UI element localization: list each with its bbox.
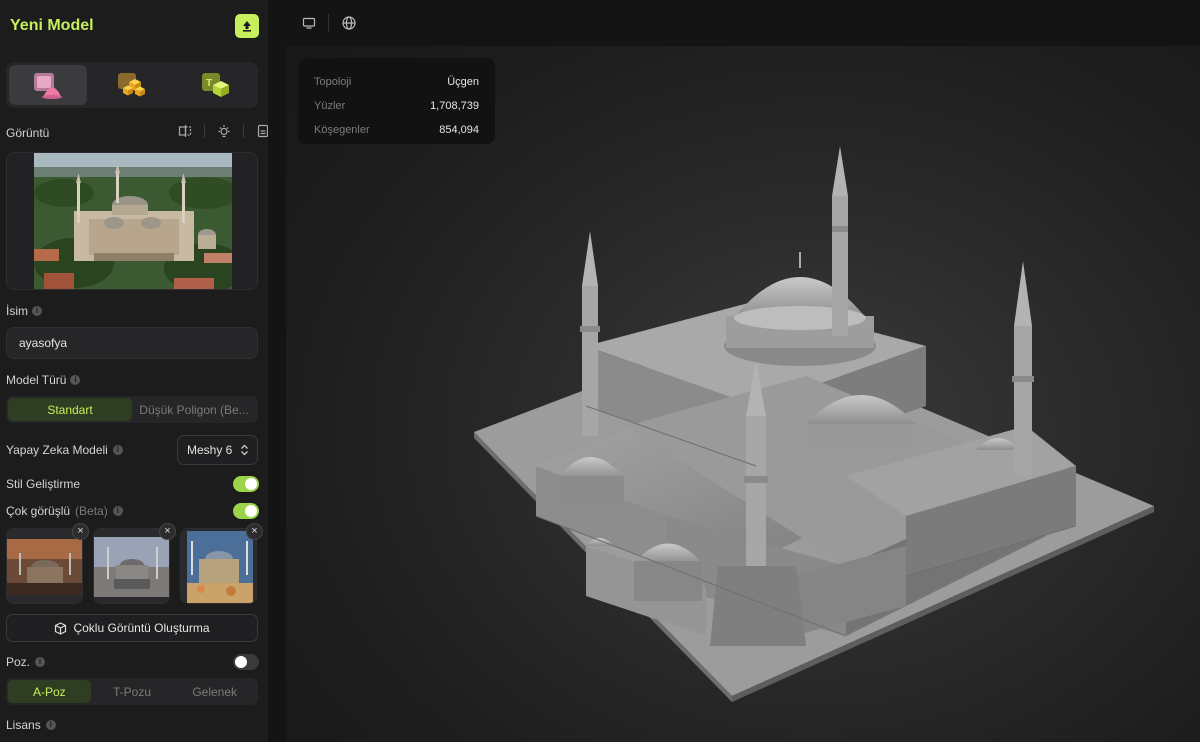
info-icon: i	[70, 375, 81, 385]
pose-traditional[interactable]: Gelenek	[173, 680, 256, 703]
cube-icon	[55, 621, 67, 635]
info-icon: i	[35, 657, 46, 667]
pose-t[interactable]: T-Pozu	[91, 680, 174, 703]
mosque-3d-model	[474, 146, 1154, 702]
pose-selector: A-Poz T-Pozu Gelenek	[6, 678, 258, 705]
pose-toggle[interactable]	[233, 654, 259, 670]
name-section-label: İsim i	[6, 304, 42, 318]
model-type-label: Model Türü	[6, 373, 67, 387]
pose-label-row: Poz. i	[6, 655, 46, 669]
beta-badge: (Beta)	[75, 504, 108, 518]
stat-value: 1,708,739	[430, 100, 479, 112]
style-label: Stil Geliştirme	[6, 477, 81, 491]
multiview-label: Çok görüşlü	[6, 504, 71, 518]
globe-icon[interactable]	[341, 15, 357, 31]
stat-value: 854,094	[439, 124, 479, 136]
thumbnail-3[interactable]	[180, 528, 257, 604]
sidebar: Yeni Model T Görüntü İsim i ayasofya Mod…	[0, 0, 268, 742]
thumbnail-2[interactable]	[93, 528, 170, 604]
multi-image-tab[interactable]	[93, 65, 171, 105]
remove-thumbnail-1[interactable]: ×	[72, 523, 89, 540]
panel-divider	[268, 0, 286, 742]
image-label: Görüntü	[6, 126, 50, 140]
svg-text:T: T	[206, 78, 212, 89]
uploaded-image-box[interactable]	[6, 152, 258, 290]
info-icon: i	[112, 445, 123, 455]
toolbar-divider	[328, 14, 329, 32]
page-title: Yeni Model	[10, 17, 94, 34]
thumbnail-image	[7, 529, 82, 603]
stat-vertices: Köşegenler 854,094	[314, 118, 479, 142]
model-type-standard[interactable]: Standart	[8, 398, 132, 421]
multiview-generate-button[interactable]: Çoklu Görüntü Oluşturma	[6, 614, 258, 642]
text-to-3d-tab[interactable]: T	[177, 65, 255, 105]
thumbnail-image	[94, 529, 169, 603]
light-icon[interactable]	[217, 124, 231, 138]
chevron-updown-icon	[241, 444, 249, 456]
multiview-generate-label: Çoklu Görüntü Oluşturma	[73, 621, 210, 635]
multi-image-icon	[118, 73, 145, 97]
close-icon: ×	[251, 525, 258, 537]
model-type-label-row: Model Türü i	[6, 373, 81, 387]
viewport-toolbar	[286, 0, 1200, 46]
info-icon: i	[32, 306, 42, 316]
name-input[interactable]: ayasofya	[6, 327, 258, 359]
model-type-lowpoly[interactable]: Düşük Poligon (Be...	[132, 398, 256, 421]
uploaded-photo	[34, 153, 232, 289]
remove-thumbnail-3[interactable]: ×	[246, 523, 263, 540]
monitor-icon[interactable]	[302, 16, 316, 30]
ai-model-label: Yapay Zeka Modeli	[6, 443, 108, 457]
info-icon: i	[45, 720, 56, 730]
info-icon: i	[112, 506, 123, 516]
model-type-selector: Standart Düşük Poligon (Be...	[6, 396, 258, 423]
upload-button[interactable]	[235, 14, 259, 38]
image-to-3d-tab[interactable]	[9, 65, 87, 105]
stat-key: Yüzler	[314, 100, 346, 112]
name-label: İsim	[6, 304, 28, 318]
ai-model-label-row: Yapay Zeka Modeli i	[6, 443, 123, 457]
multiview-toggle[interactable]	[233, 503, 259, 519]
stat-faces: Yüzler 1,708,739	[314, 94, 479, 118]
thumbnail-image	[181, 529, 256, 603]
toggle-knob	[235, 656, 247, 668]
compare-icon[interactable]	[178, 124, 192, 138]
stat-key: Topoloji	[314, 76, 352, 88]
text-to-3d-icon: T	[202, 73, 229, 97]
pose-label: Poz.	[6, 655, 31, 669]
model-stats-panel: Topoloji Üçgen Yüzler 1,708,739 Köşegenl…	[298, 58, 495, 144]
style-label-row: Stil Geliştirme	[6, 477, 80, 491]
ai-model-select[interactable]: Meshy 6	[177, 435, 258, 465]
license-label-row: Lisans i	[6, 718, 56, 732]
document-icon[interactable]	[256, 124, 268, 138]
remove-thumbnail-2[interactable]: ×	[159, 523, 176, 540]
close-icon: ×	[164, 525, 171, 537]
thumbnail-1[interactable]	[6, 528, 83, 604]
toggle-knob	[245, 478, 257, 490]
multiview-thumbnails: × × ×	[6, 523, 263, 604]
license-label: Lisans	[6, 718, 41, 732]
tool-divider	[243, 124, 244, 138]
style-toggle[interactable]	[233, 476, 259, 492]
mode-selector: T	[6, 62, 258, 108]
pose-a[interactable]: A-Poz	[8, 680, 91, 703]
close-icon: ×	[77, 525, 84, 537]
upload-icon	[243, 21, 251, 32]
stat-value: Üçgen	[447, 76, 479, 88]
stat-key: Köşegenler	[314, 124, 370, 136]
image-to-3d-icon	[34, 73, 62, 99]
multiview-label-row: Çok görüşlü (Beta) i	[6, 504, 123, 518]
toggle-knob	[245, 505, 257, 517]
image-tools	[178, 124, 268, 138]
ai-model-value: Meshy 6	[187, 443, 233, 457]
tool-divider	[204, 124, 205, 138]
stat-topology: Topoloji Üçgen	[314, 70, 479, 94]
3d-viewport[interactable]: Topoloji Üçgen Yüzler 1,708,739 Köşegenl…	[286, 0, 1200, 742]
image-section-label: Görüntü	[6, 126, 49, 140]
